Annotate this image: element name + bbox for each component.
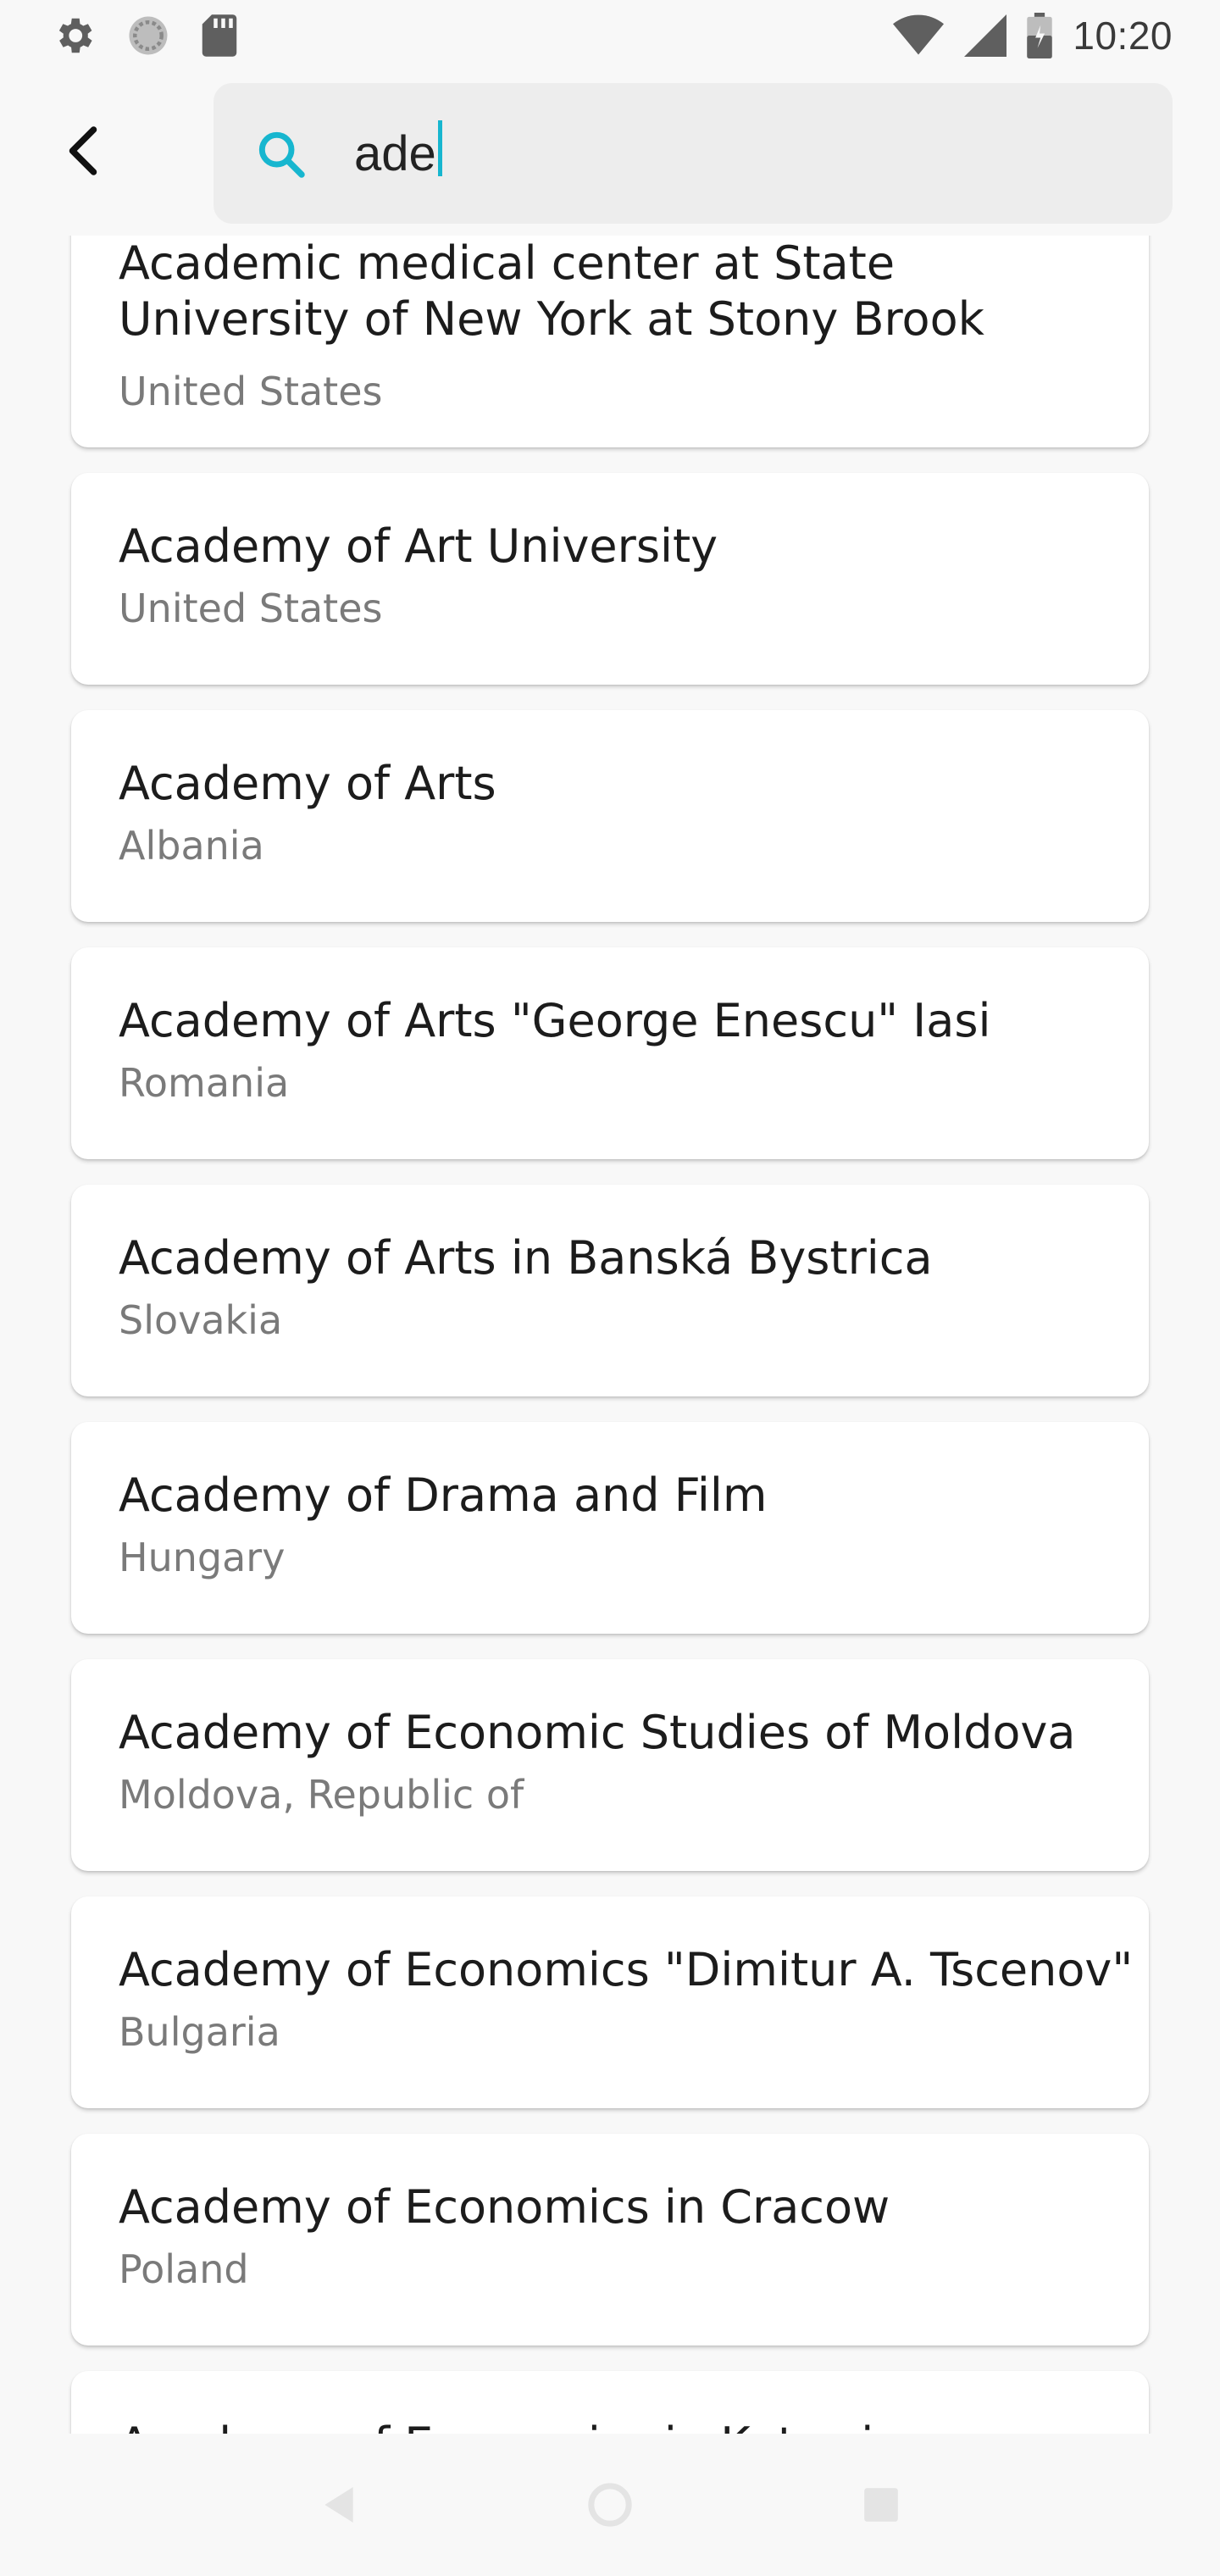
university-country: Hungary [119, 1535, 286, 1580]
status-bar: 10:20 [0, 0, 1220, 71]
system-nav-bar [0, 2434, 1220, 2576]
nav-home-button[interactable] [559, 2454, 661, 2556]
search-icon [258, 131, 305, 178]
university-name: Academy of Arts "George Enescu" Iasi [119, 994, 991, 1047]
list-item[interactable]: Academy of Economics "Dimitur A. Tscenov… [71, 1896, 1149, 2108]
wifi-icon [893, 14, 945, 55]
university-country: Poland [119, 2246, 249, 2292]
nav-recents-button[interactable] [830, 2454, 932, 2556]
university-name: Academy of Drama and Film [119, 1468, 768, 1522]
search-input[interactable] [354, 115, 1117, 192]
search-app-bar [0, 71, 1220, 236]
sync-circle-icon [129, 16, 168, 55]
university-country: Romania [119, 1060, 290, 1106]
home-circle-icon [588, 2483, 632, 2527]
university-name: Academy of Arts in Banská Bystrica [119, 1231, 933, 1285]
list-item[interactable]: Academy of Art University United States [71, 473, 1149, 685]
university-name: Academy of Art University [119, 519, 718, 573]
university-name: Academy of Economic Studies of Moldova [119, 1706, 1076, 1759]
status-right-icons: 10:20 [893, 13, 1173, 58]
list-item[interactable]: Academy of Arts "George Enescu" Iasi Rom… [71, 947, 1149, 1159]
search-box[interactable] [214, 83, 1173, 224]
list-item[interactable]: Academy of Arts Albania [71, 710, 1149, 922]
status-time: 10:20 [1073, 14, 1173, 58]
list-item[interactable]: Academic medical center at State Univers… [71, 236, 1149, 447]
results-list[interactable]: Academic medical center at State Univers… [0, 236, 1220, 2434]
signal-icon [964, 14, 1007, 57]
gear-icon [58, 18, 92, 53]
list-item[interactable]: Academy of Arts in Banská Bystrica Slova… [71, 1185, 1149, 1396]
list-item[interactable]: Academy of Economics in Katowice [71, 2371, 1149, 2434]
university-country: Albania [119, 823, 264, 869]
text-cursor [437, 120, 442, 176]
list-item[interactable]: Academy of Drama and Film Hungary [71, 1422, 1149, 1634]
university-country: Slovakia [119, 1297, 283, 1343]
back-arrow-icon [69, 126, 97, 175]
university-name: Academy of Economics "Dimitur A. Tscenov… [119, 1943, 1134, 1996]
university-name: Academy of Economics in Katowice [119, 2417, 927, 2434]
battery-icon [1027, 13, 1053, 58]
back-button[interactable] [47, 115, 119, 186]
list-item[interactable]: Academy of Economic Studies of Moldova M… [71, 1659, 1149, 1871]
sd-card-icon [202, 14, 237, 57]
university-country: Moldova, Republic of [119, 1772, 524, 1818]
status-left-icons [51, 13, 239, 58]
results-list-content: Academic medical center at State Univers… [71, 236, 1149, 2434]
university-name: Academy of Economics in Cracow [119, 2180, 890, 2234]
university-country: United States [119, 369, 383, 414]
list-item[interactable]: Academy of Economics in Cracow Poland [71, 2134, 1149, 2346]
recents-square-icon [864, 2488, 898, 2522]
nav-back-button[interactable] [288, 2454, 390, 2556]
university-country: Bulgaria [119, 2009, 280, 2055]
university-name: Academy of Arts [119, 757, 496, 810]
back-triangle-icon [324, 2487, 353, 2523]
university-name: Academic medical center at State Univers… [119, 236, 984, 346]
university-country: United States [119, 586, 383, 631]
